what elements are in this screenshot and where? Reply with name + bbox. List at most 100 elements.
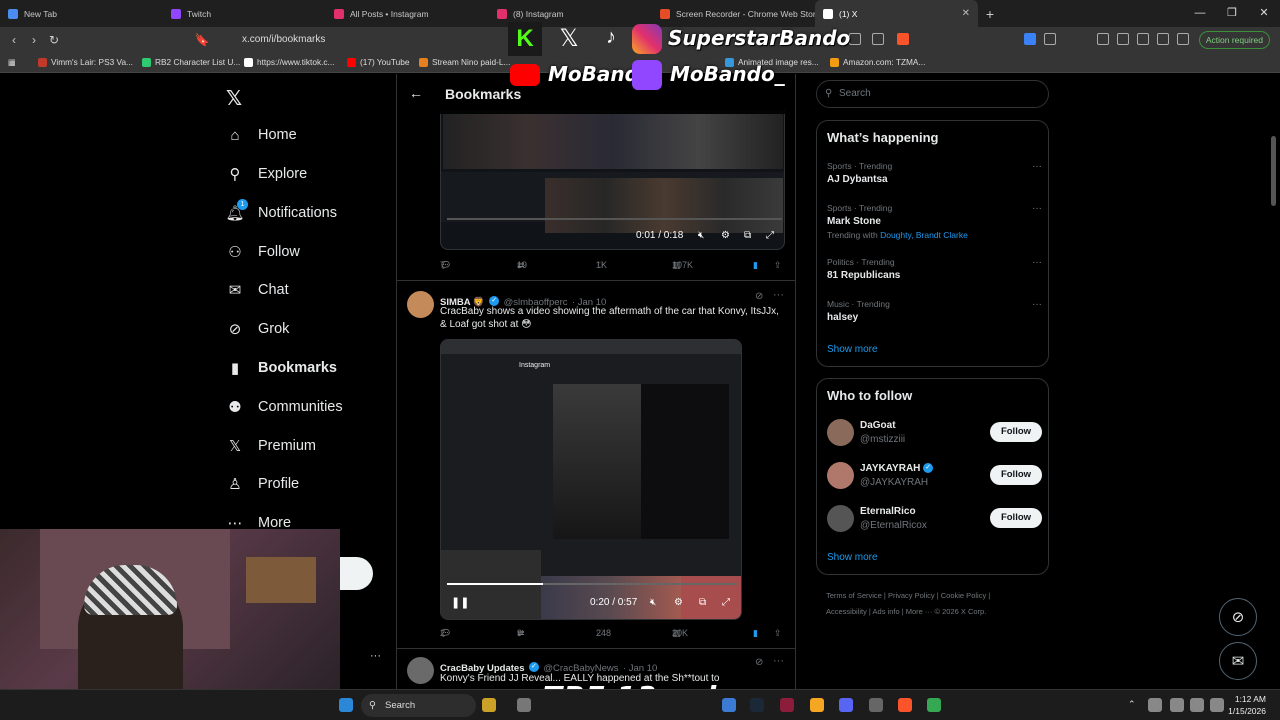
post[interactable]: SIMBA 🦁 ✓ @slmbaoffperc · Jan 10 ⊘ ··· C… xyxy=(397,280,795,653)
app-icon[interactable] xyxy=(869,698,883,712)
steam-icon[interactable] xyxy=(750,698,764,712)
avatar[interactable] xyxy=(827,419,854,446)
wifi-icon[interactable] xyxy=(1190,698,1204,712)
reply-button[interactable]: 💬︎ 7 xyxy=(440,260,451,271)
post-video[interactable]: Instagram ❚❚ 0:20 / 0:57 🔇︎ ⚙ ⧉ ⤢ xyxy=(440,339,742,620)
more-options-icon[interactable]: ··· xyxy=(773,655,784,667)
puzzle-icon[interactable] xyxy=(1044,33,1056,45)
back-arrow-icon[interactable]: ← xyxy=(409,85,423,101)
widget-icon[interactable] xyxy=(482,698,496,712)
repost-button[interactable]: ⇄ 19 xyxy=(517,260,527,271)
share-icon[interactable] xyxy=(872,33,884,45)
show-more-link[interactable]: Show more xyxy=(827,552,878,563)
more-options-icon[interactable]: ··· xyxy=(773,289,784,301)
repost-button[interactable]: ⇄ 9 xyxy=(517,628,525,639)
trend-item[interactable]: Sports · Trending Mark Stone Trending wi… xyxy=(827,203,1042,240)
nav-home[interactable]: ⌂ Home xyxy=(226,126,296,144)
tab-instagram-posts[interactable]: All Posts • Instagram xyxy=(326,0,489,27)
grok-icon[interactable]: ⊘ xyxy=(755,657,763,668)
search-input[interactable]: ⚲ Search xyxy=(816,80,1049,108)
avatar[interactable] xyxy=(827,505,854,532)
brave-icon[interactable] xyxy=(898,698,912,712)
reply-button[interactable]: 💬︎ 2 xyxy=(440,628,451,639)
trend-more-icon[interactable]: ··· xyxy=(1032,299,1042,310)
taskbar-search[interactable]: ⚲ Search xyxy=(361,694,476,717)
pause-icon[interactable]: ❚❚ xyxy=(451,596,469,609)
follow-button[interactable]: Follow xyxy=(990,422,1042,442)
nav-notifications[interactable]: 🔔︎ 1 Notifications xyxy=(225,199,337,222)
bookmark-youtube[interactable]: (17) YouTube xyxy=(347,57,410,67)
app-icon[interactable] xyxy=(722,698,736,712)
share-icon[interactable]: ⇪ xyxy=(774,628,782,639)
url-field[interactable]: x.com/i/bookmarks xyxy=(218,30,508,50)
start-icon[interactable] xyxy=(339,698,353,712)
grok-icon[interactable]: ⊘ xyxy=(755,291,763,302)
volume-icon[interactable]: 🔇︎ xyxy=(650,597,656,608)
new-tab-button[interactable]: + xyxy=(978,6,1002,22)
trend-more-icon[interactable]: ··· xyxy=(1032,161,1042,172)
bookmark-tiktok[interactable]: https://www.tiktok.c... xyxy=(244,57,334,67)
like-button[interactable]: ♡ 1K xyxy=(596,260,607,271)
minimize-icon[interactable]: — xyxy=(1184,0,1216,27)
wallet-icon[interactable] xyxy=(1137,33,1149,45)
close-tab-icon[interactable]: ✕ xyxy=(962,8,970,19)
video-progress[interactable] xyxy=(447,218,782,220)
sidebar-icon[interactable] xyxy=(1117,33,1129,45)
share-icon[interactable]: ⇪ xyxy=(774,260,782,271)
forward-icon[interactable]: › xyxy=(24,33,44,47)
music-icon[interactable] xyxy=(1097,33,1109,45)
trend-related-links[interactable]: Doughty, Brandt Clarke xyxy=(880,230,968,240)
avatar[interactable] xyxy=(407,657,434,684)
tray-chevron-icon[interactable]: ⌃ xyxy=(1128,699,1136,710)
task-view-icon[interactable] xyxy=(517,698,531,712)
trend-item[interactable]: Sports · Trending AJ Dybantsa ··· xyxy=(827,161,1042,185)
brave-shield-icon[interactable] xyxy=(897,33,909,45)
bookmark-rb2[interactable]: RB2 Character List U... xyxy=(142,57,240,67)
app-icon[interactable] xyxy=(810,698,824,712)
chrome-icon[interactable] xyxy=(927,698,941,712)
volume-icon[interactable]: 🔇︎ xyxy=(698,230,704,241)
nav-grok[interactable]: ⊘ Grok xyxy=(226,320,290,338)
nav-premium[interactable]: 𝕏 Premium xyxy=(226,437,316,455)
action-required-button[interactable]: Action required xyxy=(1198,31,1270,49)
settings-icon[interactable]: ⚙ xyxy=(674,597,683,608)
tab-x[interactable]: (1) X ✕ xyxy=(815,0,978,27)
follow-suggestion[interactable]: JAYKAYRAH ✓ @JAYKAYRAH Follow xyxy=(827,462,1042,492)
nav-communities[interactable]: ⚉ Communities xyxy=(226,398,342,416)
views-button[interactable]: ▥ 20K xyxy=(672,628,688,639)
app-icon[interactable] xyxy=(780,698,794,712)
nav-bookmarks[interactable]: ▮ Bookmarks xyxy=(226,359,337,377)
bookmark-icon[interactable]: ▮ xyxy=(753,628,758,639)
bookmark-icon[interactable]: ▮ xyxy=(753,260,758,271)
reload-icon[interactable]: ↻ xyxy=(44,33,64,47)
follow-suggestion[interactable]: DaGoat @mstizziii Follow xyxy=(827,419,1042,449)
footer-links[interactable]: Terms of Service | Privacy Policy | Cook… xyxy=(826,588,1046,620)
x-logo-icon[interactable]: 𝕏 xyxy=(226,86,242,111)
maximize-icon[interactable]: ❐ xyxy=(1216,0,1248,27)
back-icon[interactable]: ‹ xyxy=(4,33,24,47)
nav-explore[interactable]: ⚲ Explore xyxy=(226,165,308,183)
close-window-icon[interactable]: ✕ xyxy=(1248,0,1280,27)
vpn-icon[interactable] xyxy=(1177,33,1189,45)
footer-line[interactable]: Accessibility | Ads info | More ··· © 20… xyxy=(826,604,1046,620)
footer-line[interactable]: Terms of Service | Privacy Policy | Cook… xyxy=(826,588,1046,604)
account-menu-icon[interactable]: ··· xyxy=(370,650,381,662)
leo-icon[interactable] xyxy=(1157,33,1169,45)
nav-follow[interactable]: ⚇ Follow xyxy=(226,243,300,261)
follow-suggestion[interactable]: EternalRico @EternalRicox Follow xyxy=(827,505,1042,535)
post-video[interactable]: ▶ 0:01 / 0:18 🔇︎ ⚙ ⧉ ⤢ xyxy=(440,110,785,250)
mic-icon[interactable] xyxy=(1170,698,1184,712)
bookmark-stream-nino[interactable]: Stream Nino paid-L... xyxy=(419,57,510,67)
follow-button[interactable]: Follow xyxy=(990,508,1042,528)
grok-fab-icon[interactable]: ⊘ xyxy=(1219,598,1257,636)
trend-item[interactable]: Music · Trending halsey ··· xyxy=(827,299,1042,323)
trend-more-icon[interactable]: ··· xyxy=(1032,257,1042,268)
avatar[interactable] xyxy=(407,291,434,318)
bookmark-amazon[interactable]: Amazon.com: TZMA... xyxy=(830,57,925,67)
settings-icon[interactable]: ⚙ xyxy=(721,230,730,241)
tab-twitch[interactable]: Twitch xyxy=(163,0,326,27)
nav-profile[interactable]: ♙ Profile xyxy=(226,475,299,493)
trend-item[interactable]: Politics · Trending 81 Republicans ··· xyxy=(827,257,1042,281)
tray-icon[interactable] xyxy=(1148,698,1162,712)
bookmark-vimm[interactable]: Vimm's Lair: PS3 Va... xyxy=(38,57,133,67)
